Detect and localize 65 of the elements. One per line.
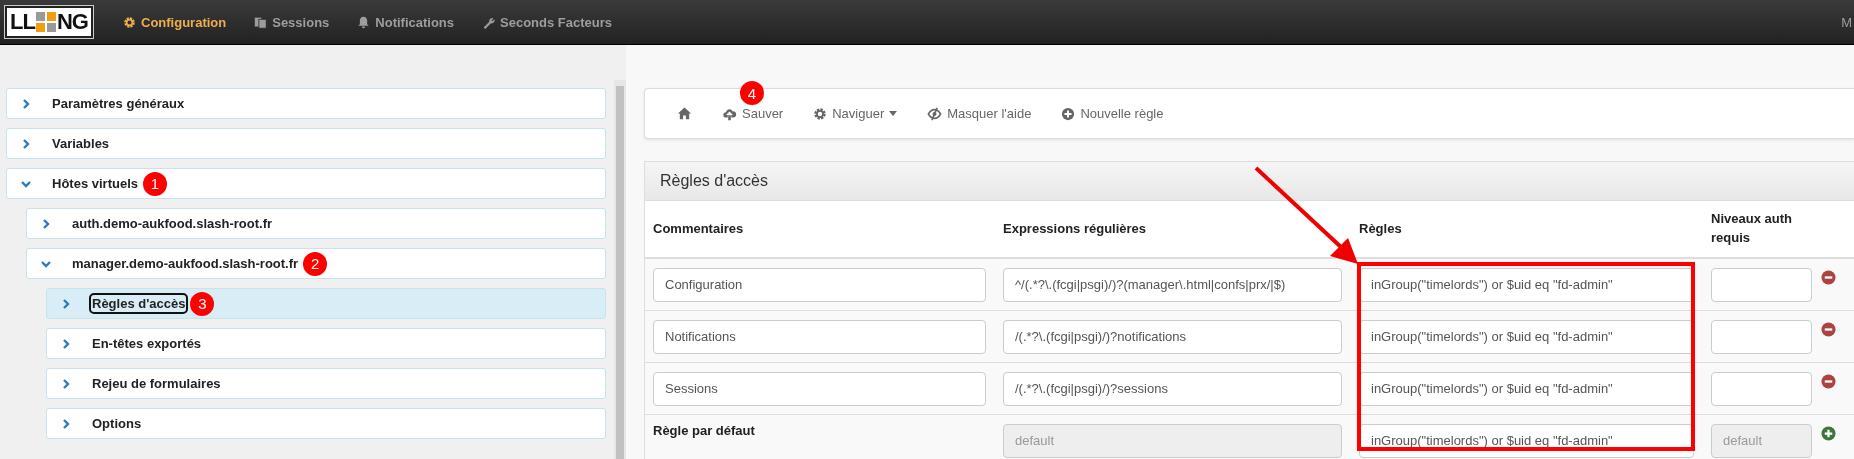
- cloud-upload-icon: [722, 106, 737, 121]
- annotation-badge: 4: [740, 81, 764, 105]
- comment-field[interactable]: Configuration: [653, 267, 986, 302]
- regex-field[interactable]: /(.*?\.(fcgi|psgi)/)?sessions: [1003, 371, 1342, 406]
- rule-field[interactable]: inGroup("timelords") or $uid eq "fd-admin": [1359, 319, 1694, 354]
- chevron-right-icon: [21, 138, 31, 149]
- toolbar-button[interactable]: Nouvelle règle: [1057, 102, 1168, 125]
- auth-level-field[interactable]: [1711, 319, 1812, 354]
- tree-item[interactable]: Options: [46, 408, 606, 439]
- rule-field[interactable]: inGroup("timelords") or $uid eq "fd-admin": [1359, 371, 1694, 406]
- tree-item[interactable]: Rejeu de formulaires: [46, 368, 606, 399]
- tree-item[interactable]: Paramètres généraux: [6, 88, 606, 119]
- chevron-down-icon: [41, 258, 51, 269]
- comment-field[interactable]: Sessions: [653, 371, 986, 406]
- toolbar-button[interactable]: Naviguer: [809, 102, 902, 125]
- documents-icon: [254, 15, 268, 29]
- column-header: Niveaux auth requis: [1710, 210, 1793, 247]
- regex-field[interactable]: ^/(.*?\.(fcgi|psgi)/)?(manager\.html|confs|prx/|$): [1003, 267, 1342, 302]
- gear-icon: [813, 106, 828, 121]
- remove-icon[interactable]: [1821, 374, 1836, 389]
- tree-item[interactable]: Variables: [6, 128, 606, 159]
- wrench-icon: [482, 15, 496, 29]
- chevron-down-icon: [21, 178, 31, 189]
- nav-link[interactable]: Configuration: [123, 14, 227, 30]
- plus-circle-icon: [1061, 106, 1076, 121]
- chevron-right-icon: [41, 218, 51, 229]
- annotation-badge: 1: [143, 171, 167, 196]
- gear-icon: [123, 15, 136, 29]
- add-icon[interactable]: [1821, 426, 1836, 441]
- toolbar-button[interactable]: Sauver: [718, 102, 788, 125]
- user-menu[interactable]: M: [1841, 14, 1852, 30]
- tree-item[interactable]: auth.demo-aukfood.slash-root.fr: [26, 208, 606, 239]
- remove-icon[interactable]: [1821, 322, 1836, 337]
- remove-icon[interactable]: [1821, 270, 1836, 285]
- column-header: Expressions régulières: [1002, 219, 1148, 238]
- annotation-badge: 2: [303, 251, 328, 276]
- eye-slash-icon: [927, 106, 943, 121]
- bell-icon: [357, 15, 371, 29]
- annotation-badge: 3: [190, 291, 215, 316]
- auth-level-field[interactable]: [1711, 267, 1812, 302]
- row-label: Règle par défaut: [653, 423, 755, 438]
- rule-field[interactable]: inGroup("timelords") or $uid eq "fd-admin": [1359, 267, 1694, 302]
- chevron-right-icon: [61, 418, 71, 429]
- nav-link[interactable]: Seconds Facteurs: [482, 14, 613, 30]
- regex-field[interactable]: /(.*?\.(fcgi|psgi)/)?notifications: [1003, 319, 1342, 354]
- nav-link[interactable]: Sessions: [254, 14, 330, 30]
- auth-level-field[interactable]: [1711, 371, 1812, 406]
- column-header: Commentaires: [652, 219, 745, 238]
- chevron-right-icon: [61, 378, 71, 389]
- tree-item[interactable]: Règles d'accès 3: [46, 288, 606, 319]
- panel-title: Règles d'accès: [645, 162, 1854, 201]
- chevron-right-icon: [21, 98, 31, 109]
- scrollbar[interactable]: [614, 80, 626, 459]
- tree-item[interactable]: En-têtes exportés: [46, 328, 606, 359]
- tree-item[interactable]: Hôtes virtuels 1: [6, 168, 606, 199]
- nav-link[interactable]: Notifications: [357, 14, 455, 30]
- home-icon: [677, 106, 692, 121]
- chevron-right-icon: [61, 338, 71, 349]
- logo[interactable]: LL NG: [5, 6, 93, 38]
- chevron-right-icon: [61, 298, 71, 309]
- tree-item[interactable]: manager.demo-aukfood.slash-root.fr 2: [26, 248, 606, 279]
- column-header: Règles: [1358, 219, 1403, 238]
- comment-field[interactable]: Notifications: [653, 319, 986, 354]
- toolbar-button[interactable]: Masquer l'aide: [923, 102, 1036, 125]
- caret-icon: [889, 111, 898, 116]
